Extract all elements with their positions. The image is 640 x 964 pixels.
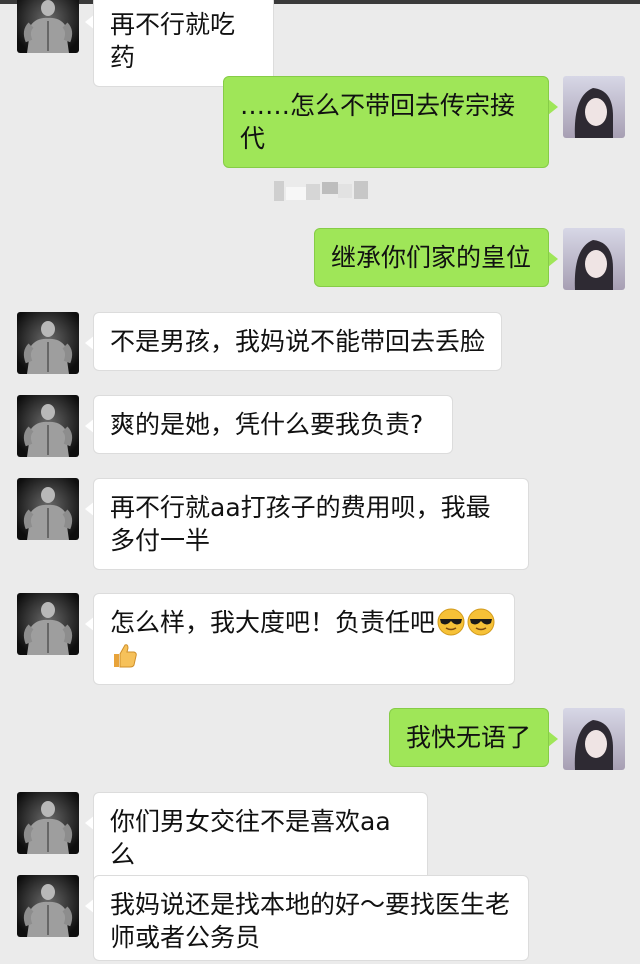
girl-portrait-icon [563,228,625,290]
message-bubble[interactable]: 再不行就吃药 [93,0,274,87]
contact-avatar[interactable] [17,0,79,53]
muscle-man-icon [17,312,79,374]
contact-avatar[interactable] [17,875,79,937]
message-bubble[interactable]: 怎么样，我大度吧！负责任吧 [93,593,515,685]
message-bubble[interactable]: 我妈说还是找本地的好～要找医生老师或者公务员 [93,875,529,961]
message-text: 怎么样，我大度吧！负责任吧 [110,608,436,637]
sunglasses-emoji-icon [467,608,495,636]
message-text: 再不行就aa打孩子的费用呗，我最多付一半 [110,493,491,555]
user-avatar[interactable] [563,708,625,770]
message-text: 我快无语了 [406,723,532,752]
message-text: 不是男孩，我妈说不能带回去丢脸 [110,327,486,356]
message-text: 我妈说还是找本地的好～要找医生老师或者公务员 [110,890,511,952]
contact-avatar[interactable] [17,593,79,655]
muscle-man-icon [17,593,79,655]
message-text: 继承你们家的皇位 [331,243,532,272]
muscle-man-icon [17,395,79,457]
muscle-man-icon [17,875,79,937]
contact-avatar[interactable] [17,792,79,854]
sunglasses-emoji-icon [437,608,465,636]
message-text: ……怎么不带回去传宗接代 [240,91,516,153]
message-text: 爽的是她，凭什么要我负责? [110,410,424,439]
contact-avatar[interactable] [17,395,79,457]
girl-portrait-icon [563,76,625,138]
message-bubble[interactable]: 再不行就aa打孩子的费用呗，我最多付一半 [93,478,529,570]
contact-avatar[interactable] [17,478,79,540]
message-bubble[interactable]: 我快无语了 [389,708,549,767]
muscle-man-icon [17,478,79,540]
user-avatar[interactable] [563,76,625,138]
girl-portrait-icon [563,708,625,770]
muscle-man-icon [17,0,79,53]
redacted-timestamp [272,179,372,203]
message-text: 你们男女交往不是喜欢aa么 [110,807,391,869]
message-bubble[interactable]: 不是男孩，我妈说不能带回去丢脸 [93,312,502,371]
muscle-man-icon [17,792,79,854]
message-bubble[interactable]: 你们男女交往不是喜欢aa么 [93,792,428,884]
message-bubble[interactable]: ……怎么不带回去传宗接代 [223,76,549,168]
contact-avatar[interactable] [17,312,79,374]
user-avatar[interactable] [563,228,625,290]
thumbs-up-icon [114,644,137,668]
message-bubble[interactable]: 爽的是她，凭什么要我负责? [93,395,453,454]
message-bubble[interactable]: 继承你们家的皇位 [314,228,549,287]
message-text: 再不行就吃药 [110,10,236,72]
